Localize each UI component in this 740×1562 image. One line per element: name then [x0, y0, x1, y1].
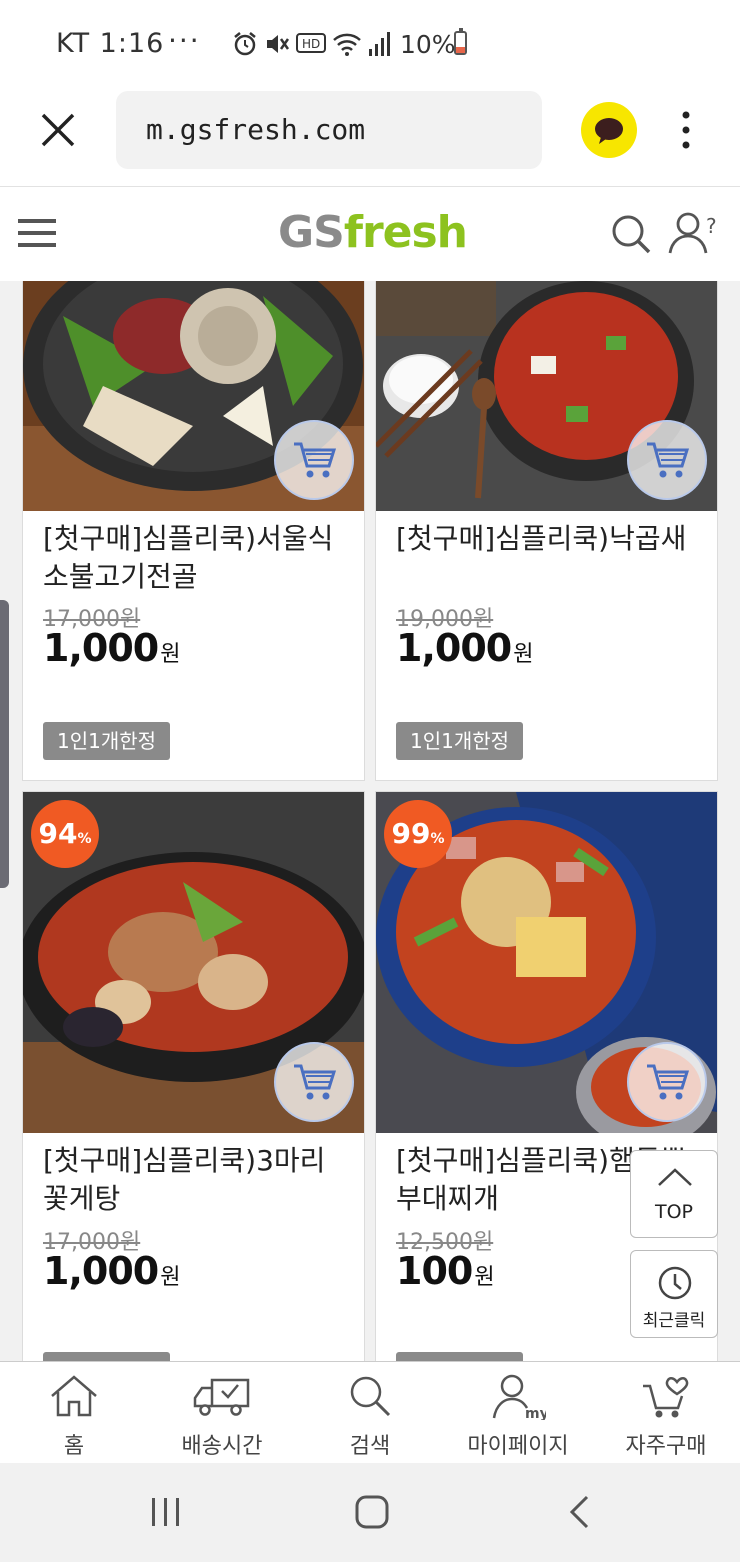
wifi-icon	[333, 33, 361, 56]
gsfresh-logo[interactable]: GSfresh	[278, 207, 468, 258]
limit-badge: 1인1개한정	[43, 722, 171, 760]
more-options-icon[interactable]	[676, 110, 696, 150]
logo-gs: GS	[278, 207, 345, 258]
cart-icon	[294, 442, 336, 478]
recent-click-label: 최근클릭	[642, 1311, 706, 1331]
discount-badge: 94%	[31, 800, 99, 868]
edge-panel-handle[interactable]	[0, 600, 9, 888]
user-login-icon[interactable]: ?	[668, 211, 722, 255]
svg-text:HD: HD	[302, 37, 320, 51]
nav-label: 배송시간	[181, 1434, 263, 1459]
nav-home[interactable]: 홈	[0, 1362, 148, 1464]
add-to-cart-button[interactable]	[627, 1042, 707, 1122]
home-icon	[51, 1375, 97, 1417]
back-icon[interactable]	[568, 1495, 590, 1529]
android-system-navigation	[0, 1463, 740, 1562]
bottom-navigation: 홈 배송시간 검색 my 마이페이지 자주구매	[0, 1361, 740, 1464]
my-page-icon: my	[492, 1374, 546, 1420]
svg-text:?: ?	[706, 214, 717, 238]
nav-label: 홈	[63, 1434, 85, 1459]
limit-badge: 1인1개한정	[396, 1352, 524, 1361]
top-label: TOP	[654, 1201, 694, 1223]
battery-level: 10%	[400, 30, 456, 59]
product-card[interactable]: [첫구매]심플리쿡)서울식 소불고기전골 17,000원 1,000원 1인1개…	[22, 281, 365, 781]
recent-apps-icon[interactable]	[150, 1496, 182, 1528]
alarm-icon	[234, 32, 256, 56]
browser-address-bar: m.gsfresh.com	[0, 88, 740, 187]
cart-icon	[647, 442, 689, 478]
chevron-up-icon	[658, 1168, 692, 1186]
discount-badge: 99%	[384, 800, 452, 868]
more-notifications-icon: ···	[168, 24, 201, 57]
sale-price: 1,000원	[396, 626, 533, 670]
search-icon	[350, 1376, 391, 1417]
discount-value: 94	[38, 817, 78, 850]
nav-label: 검색	[349, 1434, 391, 1459]
sale-price: 1,000원	[43, 1249, 180, 1293]
product-name[interactable]: [첫구매]심플리쿡)낙곱새	[396, 520, 706, 558]
price-value: 1,000	[43, 1249, 159, 1293]
sale-price: 100원	[396, 1249, 495, 1293]
discount-value: 99	[391, 817, 431, 850]
product-name[interactable]: [첫구매]심플리쿡)서울식 소불고기전골	[43, 520, 353, 596]
nav-my-page[interactable]: my 마이페이지	[444, 1362, 592, 1464]
recent-click-button[interactable]: 최근클릭	[630, 1250, 718, 1338]
close-icon[interactable]	[40, 112, 76, 148]
add-to-cart-button[interactable]	[274, 420, 354, 500]
kakao-talk-icon[interactable]	[581, 102, 637, 158]
price-value: 1,000	[396, 626, 512, 670]
discount-unit: %	[77, 831, 92, 847]
limit-badge: 1인1개한정	[43, 1352, 171, 1361]
product-name[interactable]: [첫구매]심플리쿡)3마리 꽃게탕	[43, 1142, 353, 1218]
search-icon[interactable]	[610, 213, 652, 255]
price-unit: 원	[513, 642, 533, 667]
product-card[interactable]: [첫구매]심플리쿡)낙곱새 19,000원 1,000원 1인1개한정	[375, 281, 718, 781]
cart-icon	[647, 1064, 689, 1100]
add-to-cart-button[interactable]	[274, 1042, 354, 1122]
discount-unit: %	[430, 831, 445, 847]
nav-delivery-time[interactable]: 배송시간	[148, 1362, 296, 1464]
add-to-cart-button[interactable]	[627, 420, 707, 500]
hamburger-menu-icon[interactable]	[18, 217, 56, 249]
price-value: 1,000	[43, 626, 159, 670]
scroll-to-top-button[interactable]: TOP	[630, 1150, 718, 1238]
sale-price: 1,000원	[43, 626, 180, 670]
hd-icon: HD	[296, 33, 326, 53]
price-unit: 원	[160, 1265, 180, 1290]
site-header: GSfresh ?	[0, 187, 740, 282]
mute-icon	[267, 35, 290, 53]
price-unit: 원	[160, 642, 180, 667]
delivery-truck-icon	[193, 1378, 250, 1416]
url-text: m.gsfresh.com	[146, 113, 366, 146]
home-button-icon[interactable]	[355, 1495, 389, 1529]
nav-frequent-purchase[interactable]: 자주구매	[592, 1362, 740, 1464]
favorite-cart-icon	[643, 1377, 689, 1418]
product-card[interactable]: 94% [첫구매]심플리쿡)3마리 꽃게탕 17,000원 1,000원 1인1…	[22, 791, 365, 1361]
limit-badge: 1인1개한정	[396, 722, 524, 760]
status-bar: KT 1:16 ··· HD 10%	[0, 0, 740, 88]
nav-search[interactable]: 검색	[296, 1362, 444, 1464]
status-icons: HD	[232, 30, 392, 58]
signal-icon	[369, 32, 390, 56]
nav-label: 마이페이지	[467, 1434, 569, 1459]
price-unit: 원	[474, 1265, 494, 1290]
svg-text:my: my	[525, 1406, 546, 1420]
price-value: 100	[396, 1249, 473, 1293]
product-grid: [첫구매]심플리쿡)서울식 소불고기전골 17,000원 1,000원 1인1개…	[0, 281, 740, 1361]
battery-icon	[454, 28, 467, 55]
logo-fresh: fresh	[343, 207, 468, 258]
carrier-time: KT 1:16	[56, 28, 165, 59]
clock-icon	[658, 1266, 692, 1300]
cart-icon	[294, 1064, 336, 1100]
url-field[interactable]: m.gsfresh.com	[116, 91, 542, 169]
nav-label: 자주구매	[625, 1434, 707, 1459]
